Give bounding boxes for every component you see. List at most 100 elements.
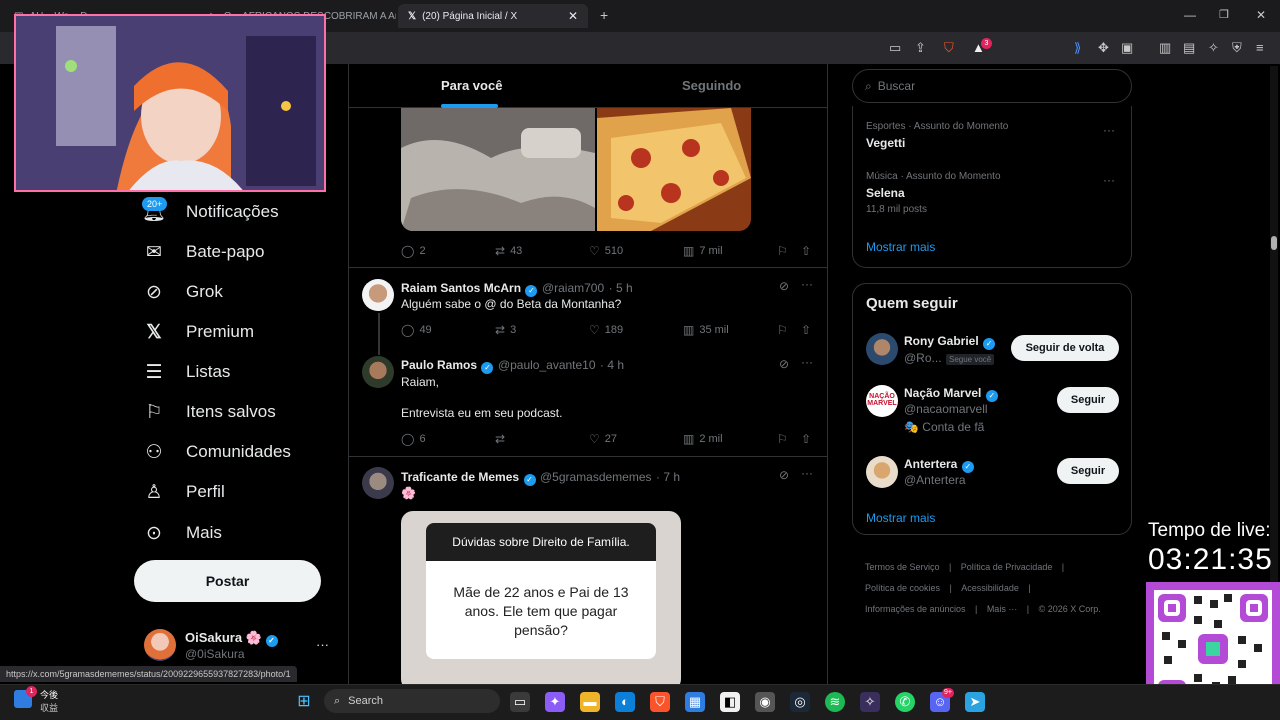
nav-bookmarks[interactable]: ⚐ Itens salvos	[140, 392, 275, 432]
views-button[interactable]: ▥ 2 mil	[683, 432, 723, 446]
views-button[interactable]: ▥ 7 mil	[683, 244, 723, 258]
trend-more-icon[interactable]: ···	[1103, 173, 1115, 187]
store-icon[interactable]: ▦	[685, 692, 705, 712]
search-box[interactable]: ⌕ Buscar	[852, 69, 1132, 103]
bookmark-button[interactable]: ⚐	[777, 323, 788, 337]
like-button[interactable]: ♡ 510	[589, 244, 623, 258]
whatsapp-icon[interactable]: ✆	[895, 692, 915, 712]
repost-button[interactable]: ⇄ 3	[495, 323, 516, 337]
reply-button[interactable]: ◯ 2	[401, 244, 426, 258]
cast-icon[interactable]: ▭	[889, 40, 901, 56]
follow-back-button[interactable]: Seguir de volta	[1011, 335, 1119, 361]
scrollbar-thumb[interactable]	[1271, 236, 1277, 250]
nav-chat[interactable]: ✉ Bate-papo	[140, 232, 264, 272]
bookmark-button[interactable]: ⚐	[777, 244, 788, 258]
grok-icon[interactable]: ⊘	[779, 357, 789, 371]
nav-communities[interactable]: ⚇ Comunidades	[140, 432, 290, 472]
show-more-follow-link[interactable]: Mostrar mais	[866, 511, 935, 525]
wallet-card-icon[interactable]: ▤	[1183, 40, 1195, 56]
user-name-row[interactable]: Rony Gabriel ✓	[904, 332, 996, 350]
post-media[interactable]	[401, 108, 751, 231]
cookies-link[interactable]: Política de cookies	[865, 583, 940, 593]
windows-start-icon[interactable]: ⊞	[294, 692, 314, 712]
maximize-icon[interactable]: ❐	[1219, 8, 1229, 21]
browser-tab-active[interactable]: 𝕏 (20) Página Inicial / X ✕	[398, 4, 588, 28]
more-options-icon[interactable]: ···	[801, 277, 813, 291]
post-avatar[interactable]	[362, 467, 394, 499]
nav-premium[interactable]: 𝕏 Premium	[140, 312, 254, 352]
share-button[interactable]: ⇧	[801, 323, 811, 337]
file-explorer-icon[interactable]: ▬	[580, 692, 600, 712]
steam-icon[interactable]: ◎	[790, 692, 810, 712]
user-name-row[interactable]: Antertera ✓	[904, 455, 974, 473]
follow-button[interactable]: Seguir	[1057, 458, 1119, 484]
task-view-icon[interactable]: ▭	[510, 692, 530, 712]
tab-following[interactable]: Seguindo	[682, 78, 741, 93]
trend-item[interactable]: Música · Assunto do Momento Selena 11,8 …	[866, 171, 1001, 215]
like-button[interactable]: ♡ 189	[589, 323, 623, 337]
close-tab-icon[interactable]: ✕	[568, 9, 578, 23]
vpn-icon[interactable]: ⛨	[1232, 40, 1242, 56]
author-name[interactable]: Raiam Santos McArn	[401, 281, 521, 295]
follow-button[interactable]: Seguir	[1057, 387, 1119, 413]
account-menu-button[interactable]: ···	[316, 637, 329, 652]
author-handle[interactable]: @raiam700	[542, 281, 604, 295]
brave-shield-icon[interactable]: ⛉	[944, 40, 954, 56]
like-button[interactable]: ♡ 27	[589, 432, 617, 446]
capcut-icon[interactable]: ◧	[720, 692, 740, 712]
wallet-icon[interactable]: ⟫	[1074, 40, 1081, 56]
grok-icon[interactable]: ⊘	[779, 468, 789, 482]
obs-icon[interactable]: ◉	[755, 692, 775, 712]
views-button[interactable]: ▥ 35 mil	[683, 323, 729, 337]
repost-button[interactable]: ⇄ 43	[495, 244, 522, 258]
media-icon[interactable]: ▣	[1121, 40, 1133, 56]
extensions-icon[interactable]: ✥	[1098, 40, 1109, 56]
share-icon[interactable]: ⇪	[915, 40, 926, 56]
more-link[interactable]: Mais ···	[987, 604, 1018, 614]
post-avatar[interactable]	[362, 356, 394, 388]
nav-grok[interactable]: ⊘ Grok	[140, 272, 223, 312]
account-name-row[interactable]: OiSakura 🌸 ✓	[185, 630, 278, 647]
nav-more[interactable]: ⊙ Mais	[140, 513, 222, 553]
edge-icon[interactable]: ◐	[615, 692, 635, 712]
more-options-icon[interactable]: ···	[801, 466, 813, 480]
post-media[interactable]: Dúvidas sobre Direito de Família. Mãe de…	[401, 511, 681, 684]
tab-for-you[interactable]: Para você	[441, 78, 502, 93]
taskbar-search[interactable]: ⌕ Search	[324, 689, 500, 713]
grok-icon[interactable]: ⊘	[779, 279, 789, 293]
user-avatar[interactable]: NAÇÃO MARVEL	[866, 385, 898, 417]
close-window-icon[interactable]: ✕	[1256, 8, 1266, 22]
post-button[interactable]: Postar	[134, 560, 321, 602]
bookmark-button[interactable]: ⚐	[777, 432, 788, 446]
more-options-icon[interactable]: ···	[801, 355, 813, 369]
repost-button[interactable]: ⇄	[495, 432, 505, 446]
ads-info-link[interactable]: Informações de anúncios	[865, 604, 966, 614]
copilot-icon[interactable]: ✦	[545, 692, 565, 712]
brave-icon[interactable]: ⛉	[650, 692, 670, 712]
share-button[interactable]: ⇧	[801, 244, 811, 258]
minimize-icon[interactable]: —	[1184, 8, 1196, 22]
nav-profile[interactable]: ♙ Perfil	[140, 472, 224, 512]
telegram-icon[interactable]: ➤	[965, 692, 985, 712]
sidebar-toggle-icon[interactable]: ▥	[1159, 40, 1171, 56]
terms-link[interactable]: Termos de Serviço	[865, 562, 940, 572]
author-handle[interactable]: @5gramasdememes	[540, 470, 652, 484]
share-button[interactable]: ⇧	[801, 432, 811, 446]
user-name-row[interactable]: Nação Marvel ✓	[904, 384, 998, 402]
trend-more-icon[interactable]: ···	[1103, 123, 1115, 137]
reply-button[interactable]: ◯ 49	[401, 323, 432, 337]
author-name[interactable]: Paulo Ramos	[401, 358, 477, 372]
app-icon[interactable]: ✧	[860, 692, 880, 712]
author-name[interactable]: Traficante de Memes	[401, 470, 519, 484]
post-time[interactable]: · 4 h	[600, 358, 624, 372]
leo-ai-icon[interactable]: ✧	[1208, 40, 1219, 56]
user-avatar[interactable]	[866, 333, 898, 365]
post-time[interactable]: · 7 h	[656, 470, 680, 484]
post-avatar[interactable]	[362, 279, 394, 311]
new-tab-button[interactable]: +	[600, 7, 608, 23]
accessibility-link[interactable]: Acessibilidade	[961, 583, 1019, 593]
trend-item[interactable]: Esportes · Assunto do Momento Vegetti	[866, 121, 1008, 150]
post-time[interactable]: · 5 h	[609, 281, 633, 295]
author-handle[interactable]: @paulo_avante10	[498, 358, 596, 372]
account-avatar[interactable]	[144, 629, 176, 661]
